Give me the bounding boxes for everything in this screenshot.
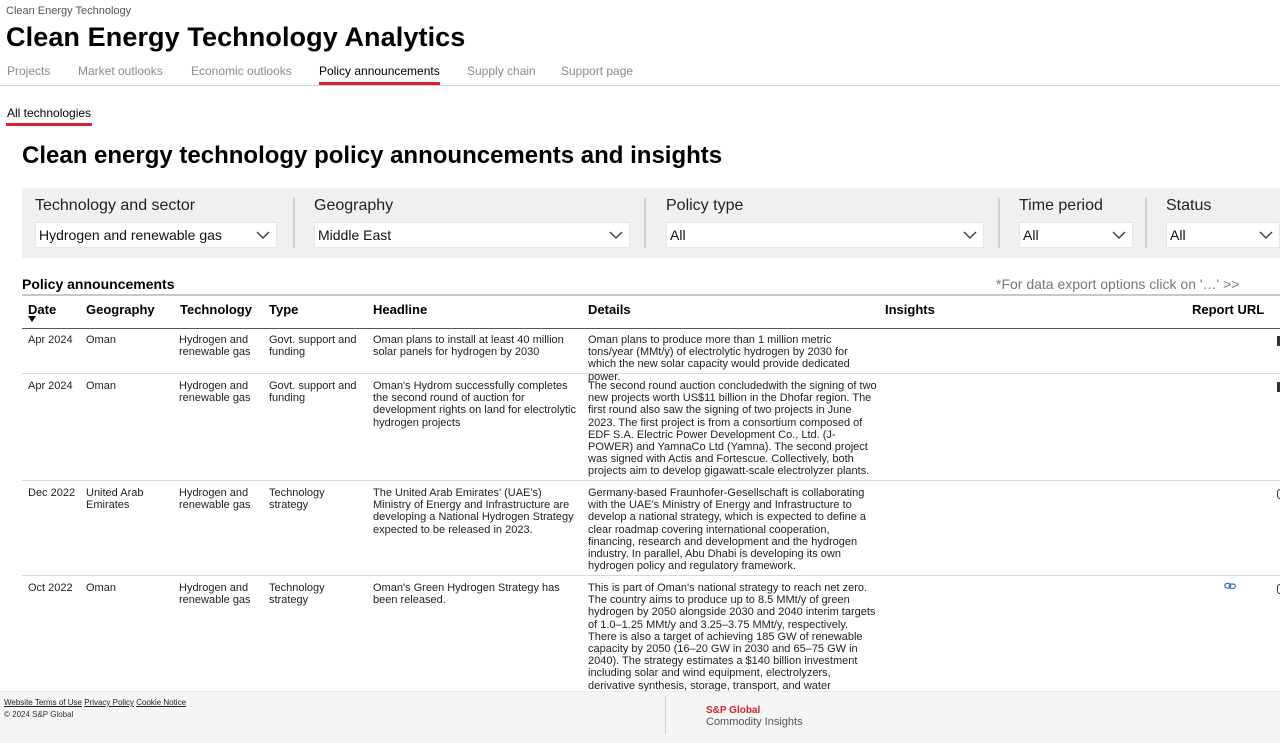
cell-date: Oct 2022	[28, 582, 73, 594]
cell-type: Technology strategy	[269, 582, 325, 607]
cell-geography: Oman	[86, 582, 116, 594]
tab-economic-outlooks[interactable]: Economic outlooks	[191, 64, 292, 84]
cell-type: Govt. support and funding	[269, 380, 357, 405]
filter-label: Time period	[1019, 197, 1103, 214]
sort-desc-icon[interactable]	[28, 316, 36, 322]
section-title: Clean energy technology policy announcem…	[22, 142, 723, 169]
filter-policy-type: Policy type All	[653, 188, 984, 258]
col-header-technology[interactable]: Technology	[180, 302, 252, 317]
filter-label: Technology and sector	[35, 197, 196, 214]
table-header: Date Geography Technology Type Headline …	[22, 296, 1280, 329]
privacy-link[interactable]: Privacy Policy	[84, 698, 134, 707]
geography-select[interactable]: Middle East	[314, 222, 630, 248]
cell-geography: Oman	[86, 334, 116, 346]
col-header-headline[interactable]: Headline	[373, 302, 427, 317]
copyright: © 2024 S&P Global	[4, 710, 74, 719]
table-row[interactable]: Oct 2022 Oman Hydrogen and renewable gas…	[22, 576, 1280, 696]
tab-policy-announcements[interactable]: Policy announcements	[319, 64, 440, 85]
select-value: Middle East	[318, 227, 392, 243]
terms-link[interactable]: Website Terms of Use	[4, 698, 82, 707]
tab-support-page[interactable]: Support page	[561, 64, 633, 84]
top-nav: Projects Market outlooks Economic outloo…	[0, 62, 1280, 86]
tab-projects[interactable]: Projects	[7, 64, 50, 84]
table-title: Policy announcements	[22, 276, 175, 292]
filter-divider	[644, 198, 646, 248]
brand-subtitle: Commodity Insights	[706, 716, 803, 728]
filter-label: Policy type	[666, 197, 744, 214]
brand-logo: S&P Global	[706, 705, 761, 716]
table-row[interactable]: Apr 2024 Oman Hydrogen and renewable gas…	[22, 328, 1280, 383]
cell-geography: United Arab Emirates	[86, 487, 144, 512]
table-row[interactable]: Apr 2024 Oman Hydrogen and renewable gas…	[22, 374, 1280, 481]
footer-divider	[665, 696, 666, 734]
cell-details: The second round auction concludedwith t…	[588, 380, 877, 478]
cell-type: Govt. support and funding	[269, 334, 357, 359]
col-header-insights[interactable]: Insights	[885, 302, 935, 317]
filter-label: Geography	[314, 197, 394, 214]
filter-technology: Technology and sector Hydrogen and renew…	[22, 188, 292, 258]
filter-bar: Technology and sector Hydrogen and renew…	[22, 188, 1280, 258]
tab-supply-chain[interactable]: Supply chain	[467, 64, 536, 84]
filter-divider	[293, 198, 295, 248]
table-row[interactable]: Dec 2022 United Arab Emirates Hydrogen a…	[22, 481, 1280, 576]
cell-details: Germany-based Fraunhofer-Gesellschaft is…	[588, 487, 867, 573]
filter-status: Status All	[1153, 188, 1280, 258]
col-header-details[interactable]: Details	[588, 302, 631, 317]
select-value: All	[1170, 227, 1186, 243]
filter-divider	[998, 198, 1000, 248]
cell-technology: Hydrogen and renewable gas	[179, 334, 251, 359]
col-header-type[interactable]: Type	[269, 302, 298, 317]
export-note: *For data export options click on '…' >>	[996, 276, 1240, 292]
cell-date: Dec 2022	[28, 487, 76, 499]
cell-technology: Hydrogen and renewable gas	[179, 582, 251, 607]
link-icon[interactable]	[1224, 582, 1236, 590]
col-header-date[interactable]: Date	[28, 302, 56, 317]
chevron-down-icon	[1259, 231, 1273, 240]
chevron-down-icon	[1112, 231, 1126, 240]
tab-market-outlooks[interactable]: Market outlooks	[78, 64, 163, 84]
app-title: Clean Energy Technology Analytics	[6, 22, 466, 52]
cell-headline: Oman's Green Hydrogen Strategy has been …	[373, 582, 560, 607]
cell-date: Apr 2024	[28, 380, 73, 392]
cell-details: This is part of Oman's national strategy…	[588, 582, 876, 696]
select-value: Hydrogen and renewable gas	[39, 227, 222, 243]
select-value: All	[670, 227, 686, 243]
status-select[interactable]: All	[1166, 222, 1280, 248]
cell-headline: Oman plans to install at least 40 millio…	[373, 334, 564, 359]
cell-type: Technology strategy	[269, 487, 325, 512]
policy-type-select[interactable]: All	[666, 222, 984, 248]
cell-headline: The United Arab Emirates' (UAE's) Minist…	[373, 487, 574, 536]
breadcrumb: Clean Energy Technology	[6, 5, 132, 17]
cell-date: Apr 2024	[28, 334, 73, 346]
cell-technology: Hydrogen and renewable gas	[179, 380, 251, 405]
footer: Website Terms of Use Privacy Policy Cook…	[0, 691, 1280, 743]
filter-divider	[1145, 198, 1147, 248]
chevron-down-icon	[609, 231, 623, 240]
col-header-report-url[interactable]: Report URL	[1192, 302, 1264, 317]
select-value: All	[1023, 227, 1039, 243]
footer-links: Website Terms of Use Privacy Policy Cook…	[4, 698, 186, 707]
time-period-select[interactable]: All	[1019, 222, 1133, 248]
chevron-down-icon	[963, 231, 977, 240]
technology-select[interactable]: Hydrogen and renewable gas	[35, 222, 277, 248]
cookie-link[interactable]: Cookie Notice	[136, 698, 186, 707]
cell-technology: Hydrogen and renewable gas	[179, 487, 251, 512]
chevron-down-icon	[256, 231, 270, 240]
cell-headline: Oman's Hydrom successfully completes the…	[373, 380, 576, 429]
filter-geography: Geography Middle East	[301, 188, 631, 258]
filter-label: Status	[1166, 197, 1212, 214]
subtab-all-technologies[interactable]: All technologies	[6, 106, 93, 126]
cell-geography: Oman	[86, 380, 116, 392]
policy-table: Date Geography Technology Type Headline …	[22, 294, 1280, 696]
col-header-geography[interactable]: Geography	[86, 302, 155, 317]
filter-time-period: Time period All	[1006, 188, 1136, 258]
